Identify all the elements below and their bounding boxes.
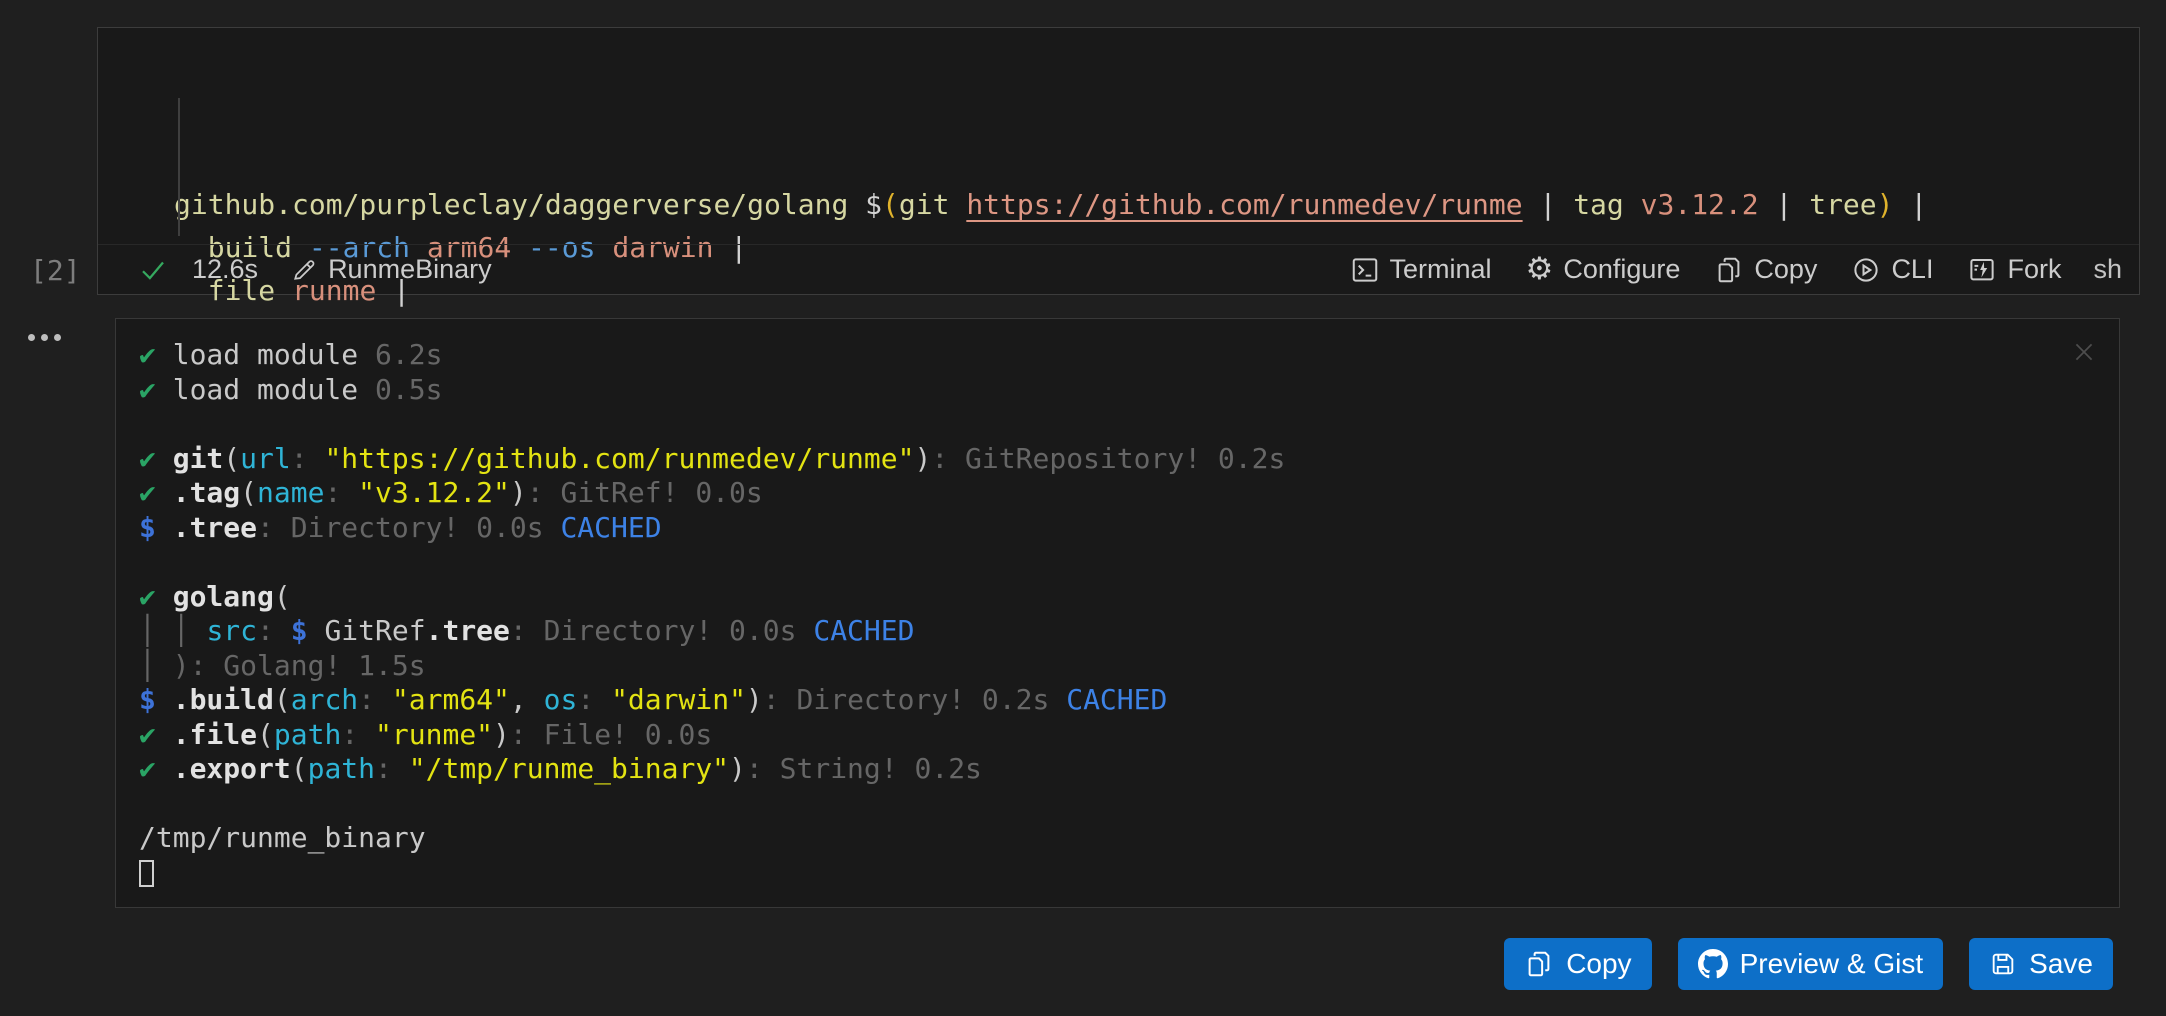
cell-toolbar-actions: Terminal ⚙ Configure Copy CLI Fork [1316,254,2062,286]
close-icon[interactable] [2071,339,2097,365]
action-label: Configure [1563,254,1680,285]
action-copy[interactable]: Copy [1714,254,1817,285]
output-line: │ ): Golang! 1.5s [139,649,2099,684]
cell-name-label: RunmeBinary [328,254,492,285]
output-line: ✔ load module 0.5s [139,373,2099,408]
output-line [139,545,2099,580]
output-line [139,787,2099,822]
footer-buttons: Copy Preview & Gist Save [1504,938,2113,990]
save-button[interactable]: Save [1969,938,2113,990]
gear-icon: ⚙ [1526,254,1554,286]
action-configure[interactable]: ⚙ Configure [1526,254,1681,286]
play-circle-icon [1851,255,1881,285]
duration-label: 12.6s [192,254,258,285]
output-panel: ✔ load module 6.2s✔ load module 0.5s ✔ g… [115,318,2120,908]
code-editor[interactable]: github.com/purpleclay/daggerverse/golang… [98,28,2139,245]
output-line: ✔ .export(path: "/tmp/runme_binary"): St… [139,752,2099,787]
action-terminal[interactable]: Terminal [1350,254,1492,285]
button-label: Preview & Gist [1740,948,1924,980]
github-icon [1698,949,1728,979]
output-line: ✔ .tag(name: "v3.12.2"): GitRef! 0.0s [139,476,2099,511]
output-line: ✔ .file(path: "runme"): File! 0.0s [139,718,2099,753]
fork-icon [1967,255,1997,285]
language-label: sh [2093,254,2122,285]
code-line: github.com/purpleclay/daggerverse/golang… [174,183,2119,226]
execution-count: [2] [30,254,81,287]
output-line [139,407,2099,442]
action-fork[interactable]: Fork [1967,254,2061,285]
pencil-icon [290,256,318,284]
output-line: ✔ git(url: "https://github.com/runmedev/… [139,442,2099,477]
code-cell: github.com/purpleclay/daggerverse/golang… [97,27,2140,295]
copy-button[interactable]: Copy [1504,938,1651,990]
output-lines: ✔ load module 6.2s✔ load module 0.5s ✔ g… [139,338,2099,890]
output-line: ✔ golang( [139,580,2099,615]
check-icon [138,255,168,285]
output-line: $ .tree: Directory! 0.0s CACHED [139,511,2099,546]
output-line: /tmp/runme_binary [139,821,2099,856]
cell-name[interactable]: RunmeBinary [290,254,492,285]
copy-icon [1714,255,1744,285]
action-label: Terminal [1390,254,1492,285]
output-line [139,856,2099,891]
indent-guide [178,98,180,236]
output-line: │ │ src: $ GitRef.tree: Directory! 0.0s … [139,614,2099,649]
preview-gist-button[interactable]: Preview & Gist [1678,938,1944,990]
button-label: Copy [1566,948,1631,980]
action-label: Fork [2007,254,2061,285]
ellipsis-icon[interactable] [28,334,61,341]
save-icon [1989,950,2017,978]
copy-icon [1524,949,1554,979]
action-label: Copy [1754,254,1817,285]
button-label: Save [2029,948,2093,980]
terminal-icon [1350,255,1380,285]
action-label: CLI [1891,254,1933,285]
output-line: $ .build(arch: "arm64", os: "darwin"): D… [139,683,2099,718]
output-line: ✔ load module 6.2s [139,338,2099,373]
action-cli[interactable]: CLI [1851,254,1933,285]
cell-status-bar: 12.6s RunmeBinary Terminal ⚙ Configure Copy… [98,244,2139,294]
